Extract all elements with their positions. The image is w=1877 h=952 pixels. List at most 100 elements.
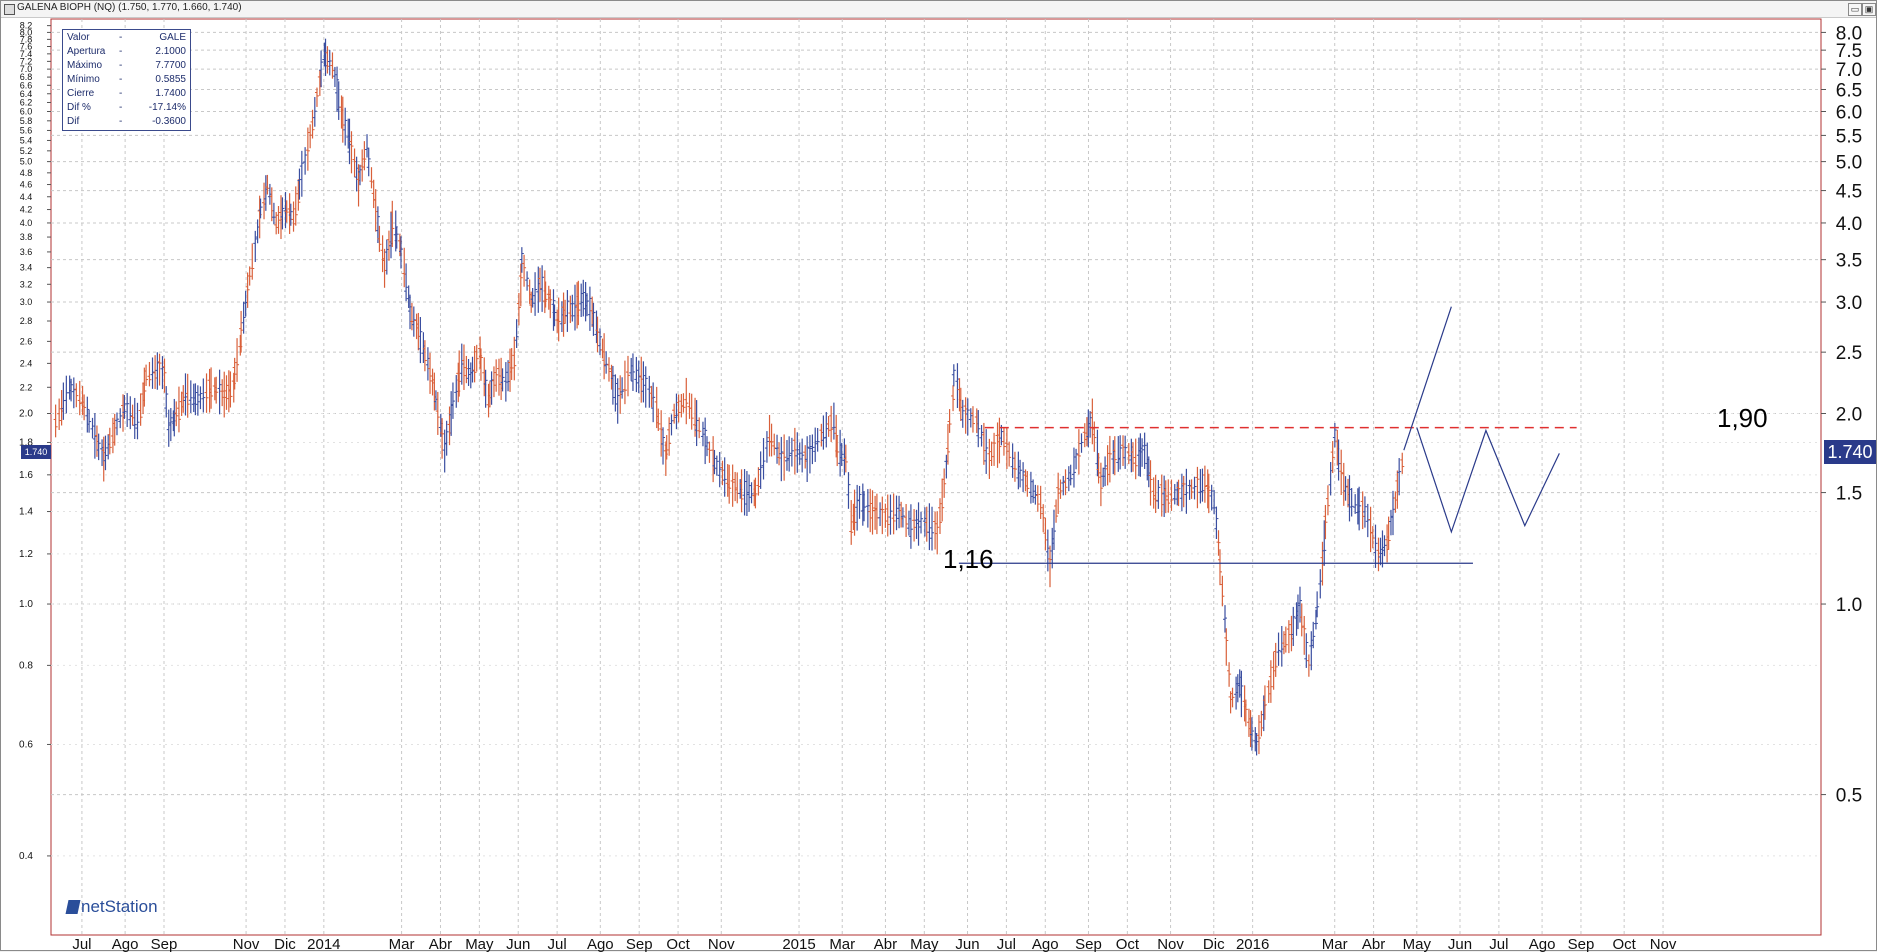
x-tick-label: Sep xyxy=(151,936,178,952)
info-dash: - xyxy=(119,46,123,57)
restore-button[interactable]: ▭ xyxy=(1848,3,1862,16)
left-tick-label: 3.4 xyxy=(20,263,33,273)
right-tick-label: 3.0 xyxy=(1836,293,1862,314)
info-dash: - xyxy=(119,102,123,113)
x-tick-label: Ago xyxy=(587,936,614,952)
info-value: GALE xyxy=(159,32,186,43)
info-value: 7.7700 xyxy=(155,60,186,71)
info-dash: - xyxy=(119,32,123,43)
x-tick-label: Ago xyxy=(1529,936,1556,952)
info-dash: - xyxy=(119,60,123,71)
left-tick-label: 5.6 xyxy=(20,125,33,135)
x-tick-label: Jun xyxy=(1448,936,1472,952)
info-box: Valor - GALE Apertura - 2.1000 Máximo - 7.7700 Mí… xyxy=(62,29,191,131)
right-tick-label: 0.5 xyxy=(1836,786,1862,807)
x-tick-label: 2016 xyxy=(1236,936,1269,952)
info-row: Dif - -0.3600 xyxy=(63,115,190,129)
x-tick-label: Jul xyxy=(997,936,1016,952)
info-value: 0.5855 xyxy=(155,74,186,85)
info-value: -0.3600 xyxy=(152,116,186,127)
window-title: GALENA BIOPH (NQ) (1.750, 1.770, 1.660, … xyxy=(17,2,242,13)
logo-mark-icon xyxy=(65,900,81,914)
right-tick-label: 4.5 xyxy=(1836,182,1862,203)
x-tick-label: Nov xyxy=(1157,936,1184,952)
maximize-button[interactable]: ▣ xyxy=(1862,3,1876,16)
info-label: Valor xyxy=(67,32,90,43)
x-tick-label: Abr xyxy=(1362,936,1385,952)
right-tick-label: 2.5 xyxy=(1836,343,1862,364)
x-tick-label: May xyxy=(910,936,939,952)
info-dash: - xyxy=(119,74,123,85)
left-tick-label: 2.4 xyxy=(20,358,33,368)
left-tick-label: 1.4 xyxy=(19,507,33,518)
info-label: Dif xyxy=(67,116,80,127)
left-tick-label: 5.2 xyxy=(20,146,33,156)
window-icon xyxy=(4,4,15,15)
info-label: Cierre xyxy=(67,88,95,99)
x-tick-label: 2015 xyxy=(782,936,815,952)
x-tick-label: Mar xyxy=(1322,936,1348,952)
right-tick-label: 1.5 xyxy=(1836,484,1862,505)
x-tick-label: May xyxy=(1403,936,1432,952)
x-tick-label: Jul xyxy=(548,936,567,952)
left-tick-label: 4.0 xyxy=(20,218,33,228)
x-tick-label: Sep xyxy=(1075,936,1102,952)
x-tick-label: Ago xyxy=(1032,936,1059,952)
left-tick-label: 3.2 xyxy=(20,279,33,289)
info-label: Máximo xyxy=(67,60,103,71)
info-label: Apertura xyxy=(67,46,106,57)
last-price-badge-left: 1.740 xyxy=(21,444,51,459)
left-tick-label: 1.6 xyxy=(19,470,33,481)
plot-frame xyxy=(50,18,1822,936)
support-label: 1,16 xyxy=(943,544,994,574)
right-tick-label: 3.5 xyxy=(1836,251,1862,272)
x-tick-label: Sep xyxy=(626,936,653,952)
right-tick-label: 5.0 xyxy=(1836,153,1862,174)
x-tick-label: Jun xyxy=(506,936,530,952)
left-tick-label: 2.8 xyxy=(20,316,33,326)
x-tick-label: Abr xyxy=(429,936,452,952)
x-tick-label: Jun xyxy=(955,936,979,952)
x-tick-label: May xyxy=(465,936,494,952)
info-label: Mínimo xyxy=(67,74,100,85)
x-tick-label: Nov xyxy=(233,936,260,952)
left-tick-label: 2.6 xyxy=(20,336,33,346)
x-tick-label: Dic xyxy=(274,936,296,952)
price-chart[interactable]: 8.07.57.06.56.05.55.04.54.03.53.02.52.01… xyxy=(1,17,1877,952)
left-tick-label: 0.8 xyxy=(19,660,33,671)
info-row: Cierre - 1.7400 xyxy=(63,87,190,101)
x-tick-label: Abr xyxy=(874,936,897,952)
right-tick-label: 7.5 xyxy=(1836,41,1862,62)
left-tick-label: 2.2 xyxy=(20,382,33,392)
left-tick-label: 4.8 xyxy=(20,168,33,178)
left-tick-label: 4.6 xyxy=(20,180,33,190)
left-tick-label: 2.0 xyxy=(19,408,33,419)
info-value: 2.1000 xyxy=(155,46,186,57)
right-tick-label: 1.0 xyxy=(1836,595,1862,616)
x-tick-label: Oct xyxy=(666,936,690,952)
x-tick-label: Jul xyxy=(72,936,91,952)
title-bar: GALENA BIOPH (NQ) (1.750, 1.770, 1.660, … xyxy=(1,1,1876,18)
right-tick-label: 6.5 xyxy=(1836,80,1862,101)
x-tick-label: 2014 xyxy=(307,936,340,952)
info-row: Apertura - 2.1000 xyxy=(63,45,190,59)
info-value: -17.14% xyxy=(148,102,186,113)
x-tick-label: Sep xyxy=(1568,936,1595,952)
x-tick-label: Mar xyxy=(829,936,855,952)
x-tick-label: Oct xyxy=(1612,936,1636,952)
x-tick-label: Dic xyxy=(1203,936,1225,952)
x-tick-label: Mar xyxy=(389,936,415,952)
chart-window: GALENA BIOPH (NQ) (1.750, 1.770, 1.660, … xyxy=(0,0,1877,952)
logo-text: netStation xyxy=(81,897,158,916)
right-tick-label: 4.0 xyxy=(1836,214,1862,235)
left-tick-label: 3.6 xyxy=(20,247,33,257)
info-dash: - xyxy=(119,116,123,127)
left-tick-label: 5.4 xyxy=(20,135,33,145)
info-row: Mínimo - 0.5855 xyxy=(63,73,190,87)
left-tick-label: 3.0 xyxy=(20,297,33,307)
right-tick-label: 6.0 xyxy=(1836,102,1862,123)
info-label: Dif % xyxy=(67,102,91,113)
right-tick-label: 5.5 xyxy=(1836,126,1862,147)
resistance-label: 1,90 xyxy=(1717,403,1768,433)
x-tick-label: Nov xyxy=(708,936,735,952)
